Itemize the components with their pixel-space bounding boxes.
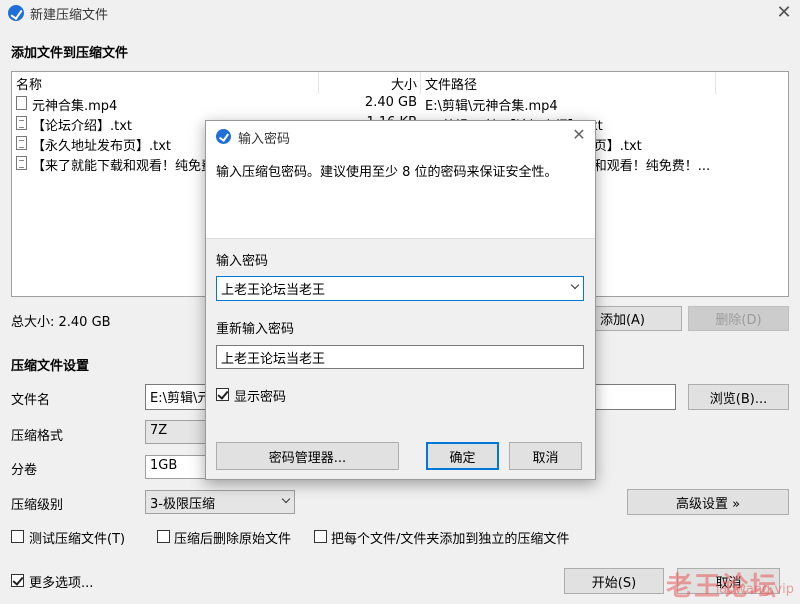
total-size: 总大小: 2.40 GB [11,315,111,330]
chevron-down-icon [281,494,291,504]
delete-button[interactable]: 删除(D) [688,306,789,331]
test-archive-label: 测试压缩文件(T) [29,532,126,547]
text-file-icon [16,156,27,170]
show-password-checkbox[interactable] [216,388,229,401]
password-value: 上老王论坛当老王 [221,283,326,298]
show-password-label: 显示密码 [234,390,287,405]
password-manager-button[interactable]: 密码管理器... [216,442,399,470]
file-name: 【论坛介绍】.txt [32,119,133,134]
delete-after-checkbox[interactable] [157,530,170,543]
file-name: 元神合集.mp4 [32,99,118,114]
file-name: 【永久地址发布页】.txt [32,139,172,154]
password-dialog: 输入密码 ✕ 输入压缩包密码。建议使用至少 8 位的密码来保证安全性。 输入密码… [205,120,596,480]
ok-button[interactable]: 确定 [426,442,499,470]
format-label: 压缩格式 [11,429,64,444]
test-archive-checkbox[interactable] [11,530,24,543]
advanced-settings-button[interactable]: 高级设置 » [627,489,789,515]
separate-archives-label: 把每个文件/文件夹添加到独立的压缩文件 [331,532,570,547]
file-row[interactable]: 元神合集.mp4 2.40 GB E:\剪辑\元神合集.mp4 [12,94,788,114]
file-size: 2.40 GB [364,95,417,110]
more-options-label: 更多选项... [29,576,94,591]
app-logo-icon [8,5,24,21]
column-size[interactable]: 大小 [391,74,417,93]
browse-button[interactable]: 浏览(B)... [688,384,789,410]
dialog-cancel-button[interactable]: 取消 [509,442,582,470]
confirm-password-input[interactable]: 上老王论坛当老王 [216,345,584,369]
close-icon[interactable]: ✕ [773,2,795,24]
level-value: 3-极限压缩 [150,497,215,512]
column-name[interactable]: 名称 [16,74,42,93]
file-list-header: 名称 大小 文件路径 [12,72,788,94]
split-value: 1GB [150,458,178,473]
level-select[interactable]: 3-极限压缩 [145,490,295,514]
more-options-checkbox[interactable] [11,574,24,587]
close-icon[interactable]: ✕ [568,124,590,146]
chevron-down-icon[interactable] [570,280,580,290]
add-files-heading: 添加文件到压缩文件 [11,46,129,61]
window-title: 新建压缩文件 [30,8,109,23]
settings-heading: 压缩文件设置 [11,359,90,374]
dialog-description: 输入压缩包密码。建议使用至少 8 位的密码来保证安全性。 [216,165,558,180]
password-label: 输入密码 [216,254,269,269]
delete-after-label: 压缩后删除原始文件 [174,532,292,547]
file-path: E:\剪辑\元神合集.mp4 [425,99,558,114]
separate-archives-checkbox[interactable] [314,530,327,543]
level-label: 压缩级别 [11,498,64,513]
format-value: 7Z [150,423,168,438]
title-bar [0,0,800,26]
video-file-icon [16,96,27,110]
text-file-icon [16,116,27,130]
filename-label: 文件名 [11,393,51,408]
app-logo-icon [216,129,231,144]
password-input[interactable]: 上老王论坛当老王 [216,276,584,301]
text-file-icon [16,136,27,150]
split-label: 分卷 [11,463,38,478]
column-path[interactable]: 文件路径 [425,74,477,93]
dialog-title: 输入密码 [238,132,291,147]
confirm-password-label: 重新输入密码 [216,322,295,337]
watermark-url: laowang.vip [715,582,794,597]
start-button[interactable]: 开始(S) [564,568,664,594]
